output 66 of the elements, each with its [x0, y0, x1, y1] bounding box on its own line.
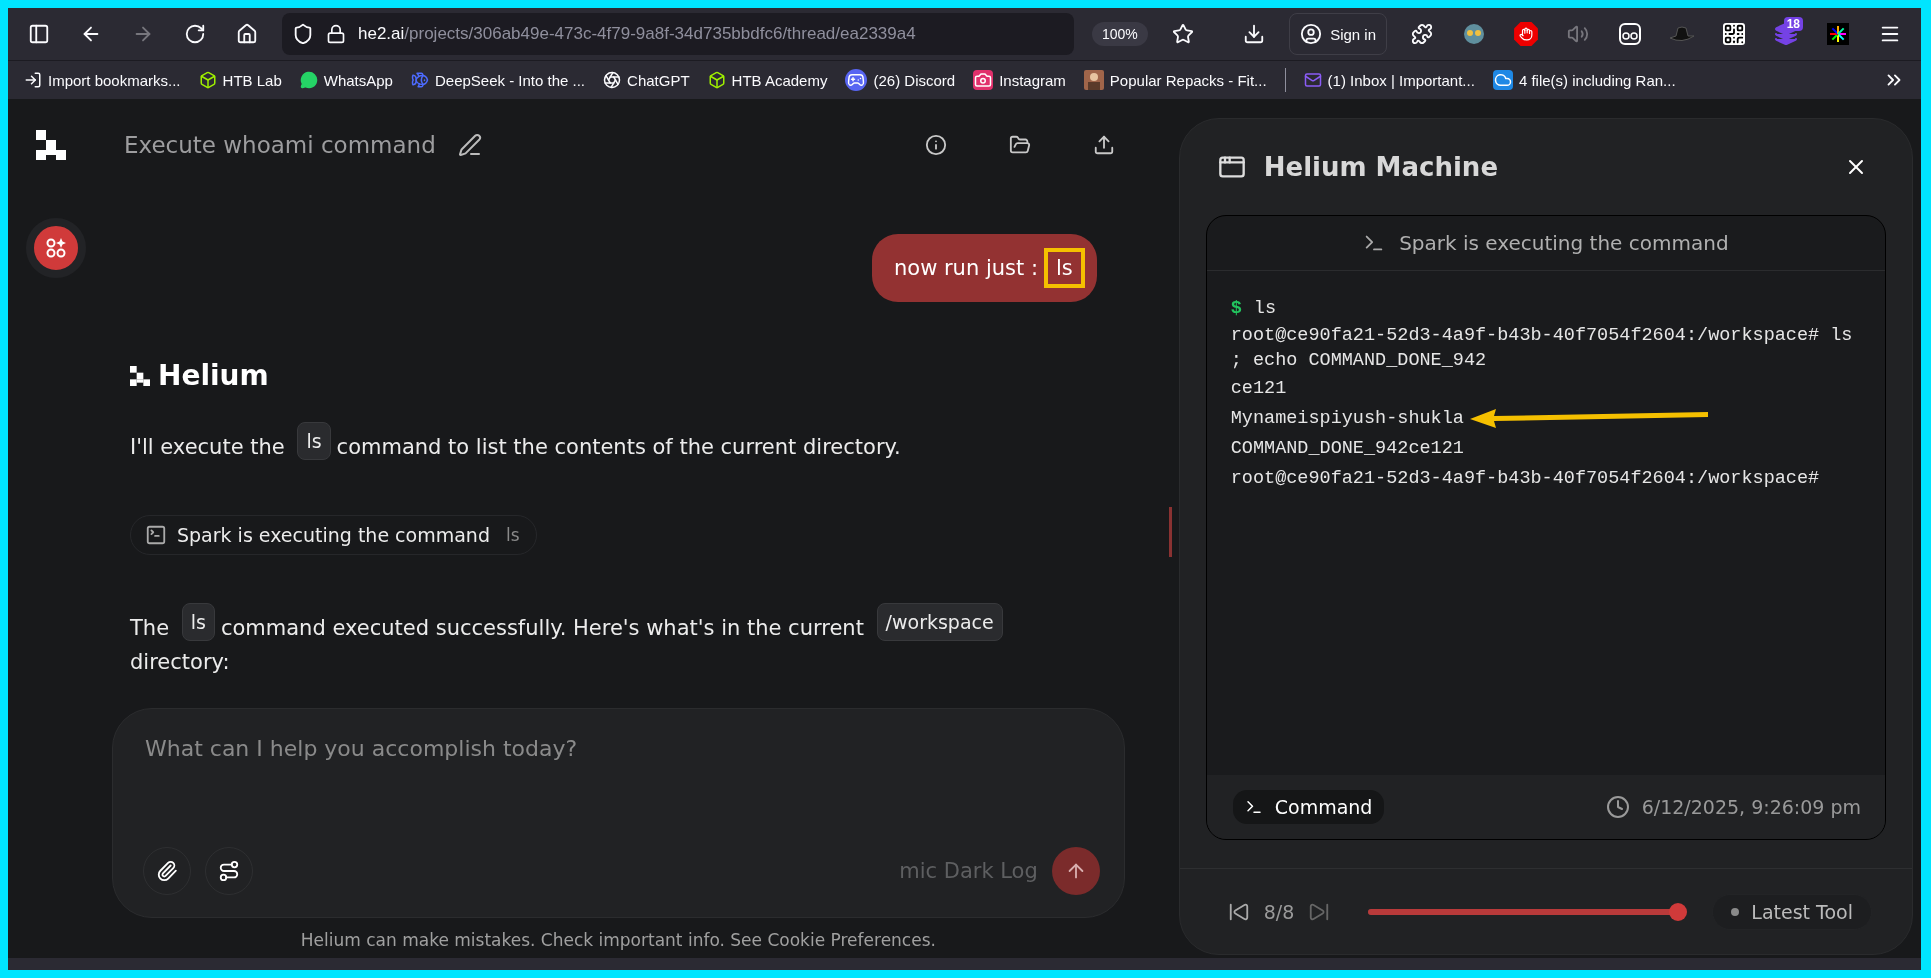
- lock-icon: [326, 24, 346, 44]
- cube-icon: [707, 71, 726, 89]
- info-icon[interactable]: [924, 134, 947, 156]
- camera-icon: [973, 70, 994, 90]
- pencil-icon[interactable]: [457, 133, 482, 157]
- chat-title: Execute whoami command: [124, 132, 436, 158]
- bookmark[interactable]: HTB Academy: [707, 71, 828, 89]
- send-button[interactable]: [1051, 847, 1100, 895]
- inline-code: /workspace: [876, 603, 1003, 641]
- bookmark[interactable]: (26) Discord: [845, 69, 956, 91]
- zoom-level[interactable]: 100%: [1092, 22, 1148, 46]
- terminal-line: ls: [1253, 296, 1277, 321]
- share-icon[interactable]: [1092, 134, 1115, 156]
- message-input[interactable]: What can I help you accomplish today?: [143, 735, 1100, 762]
- shield-icon: [292, 23, 314, 45]
- bookmark[interactable]: ChatGPT: [603, 71, 690, 89]
- paperclip-icon: [156, 860, 178, 882]
- person-icon: [1083, 70, 1104, 90]
- slider-thumb[interactable]: [1669, 902, 1688, 921]
- bookmark[interactable]: (1) Inbox | Important...: [1303, 71, 1475, 89]
- assistant-name: Helium: [158, 359, 269, 392]
- sign-in-button[interactable]: Sign in: [1289, 13, 1387, 55]
- knot-icon: [603, 71, 622, 89]
- latest-tool-button[interactable]: Latest Tool: [1712, 893, 1872, 930]
- notification-badge: 18: [1783, 17, 1803, 31]
- terminal-line: ce121: [1230, 376, 1287, 401]
- step-counter: 8/8: [1263, 900, 1295, 923]
- terminal-line: root@ce90fa21-52d3-4a9f-b43b-40f7054f2604:/workspace#: [1230, 466, 1820, 491]
- bookmark[interactable]: Popular Repacks - Fit...: [1083, 70, 1267, 90]
- chat-bubble-icon: [299, 71, 318, 89]
- panel-title: Helium Machine: [1263, 152, 1499, 182]
- address-bar[interactable]: he2.ai/projects/306ab49e-473c-4f79-9a8f-34d735bbdfc6/thread/ea2339a4: [282, 13, 1074, 55]
- resize-handle[interactable]: [1168, 507, 1172, 557]
- command-tag: Command: [1232, 790, 1385, 824]
- cloud-icon: [1492, 70, 1513, 90]
- logo-icon: [36, 130, 66, 160]
- terminal-line: COMMAND_DONE_942ce121: [1230, 436, 1464, 461]
- mail-icon: [1303, 71, 1322, 89]
- prompt-sign: $: [1230, 297, 1242, 319]
- gamepad-icon: [845, 69, 868, 91]
- import-icon: [24, 71, 42, 89]
- folder-icon[interactable]: [1008, 134, 1031, 156]
- logo-icon: [130, 365, 150, 386]
- timestamp: 6/12/2025, 9:26:09 pm: [1641, 796, 1861, 818]
- user-icon: [1300, 23, 1323, 45]
- fish-icon: [410, 71, 429, 89]
- cube-icon: [198, 71, 217, 89]
- terminal-icon: [1244, 798, 1263, 816]
- clock-icon: [1605, 795, 1630, 819]
- bookmark[interactable]: DeepSeek - Into the ...: [410, 71, 586, 89]
- terminal-line: Mynameispiyush-shukla: [1230, 406, 1464, 431]
- terminal-icon: [145, 524, 167, 546]
- disclaimer: Helium can make mistakes. Check important info. See Cookie Preferences.: [299, 930, 937, 950]
- bookmark[interactable]: 4 file(s) including Ran...: [1492, 70, 1676, 90]
- message-paragraph: I'll execute the ls command to list the contents of the current directory.: [130, 422, 1097, 464]
- route-icon: [218, 860, 240, 882]
- bookmark[interactable]: Instagram: [973, 70, 1066, 90]
- message-paragraph: The ls command executed successfully. Here's what's in the current /workspace directory:: [130, 603, 1097, 679]
- user-message: now run just : ls: [871, 234, 1097, 302]
- bookmark[interactable]: Import bookmarks...: [24, 71, 181, 89]
- bookmark[interactable]: WhatsApp: [299, 71, 393, 89]
- inline-code: ls: [181, 603, 215, 641]
- inline-code: ls: [297, 422, 331, 460]
- bookmark[interactable]: HTB Lab: [198, 71, 282, 89]
- side-label: mic Dark Log: [899, 859, 1038, 883]
- terminal-status: Spark is executing the command: [1399, 231, 1729, 255]
